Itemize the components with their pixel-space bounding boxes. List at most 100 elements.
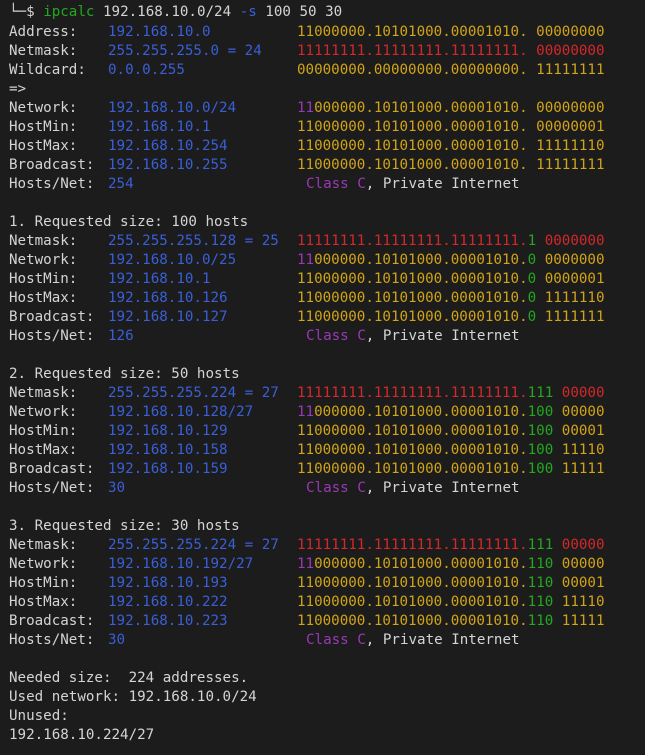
hosts-count: 126 [108, 328, 134, 344]
binary-network-part: 11000000.10101000.00001010. [297, 613, 528, 629]
subnet-broadcast-row: Broadcast: 192.168.10.159 11000000.1010100… [9, 460, 605, 479]
binary-subnet-part: 100 [527, 423, 554, 439]
row-binary: 11000000.10101000.00001010.0 1111111 [297, 308, 605, 327]
arrow-line: => [9, 80, 26, 99]
row-ip: 192.168.10.254 [108, 138, 228, 154]
hosts-count: 30 [108, 632, 126, 648]
subnet-hostmin-row: HostMin: 192.168.10.129 11000000.10101000.… [9, 422, 605, 441]
command-sizes: 100 50 30 [265, 4, 343, 20]
binary-subnet-part: 110 [527, 556, 554, 572]
row-binary: 11000000.10101000.00001010. 11111111 [297, 157, 605, 173]
binary-host-part: 11110 [553, 442, 605, 458]
row-label: Broadcast: [9, 157, 95, 173]
needed-size-text: Needed size: 224 addresses. [9, 670, 249, 686]
row-ip: 255.255.255.128 = 25 [108, 233, 279, 249]
row-label: HostMin: [9, 271, 78, 287]
class-bits: 11 [297, 404, 315, 420]
row-binary: 11000000.10101000.00001010.100 11110 [297, 441, 605, 460]
netmask-row: Netmask: 255.255.255.0 = 24 11111111.11111… [9, 42, 605, 61]
row-binary: 11000000.10101000.00001010.110 11111 [297, 612, 605, 631]
binary-network-part: 11000000.10101000.00001010. [297, 575, 528, 591]
row-label: HostMin: [9, 423, 78, 439]
subnet-header: 1. Requested size: 100 hosts [9, 213, 248, 232]
row-ip: 192.168.10.1 [108, 271, 211, 287]
address-row: Address: 192.168.10.0 11000000.10101000.00… [9, 23, 605, 42]
row-ip: 192.168.10.255 [108, 157, 228, 173]
binary-mask-part: 11111111.11111111.11111111. [297, 385, 528, 401]
row-ip: 192.168.10.158 [108, 442, 228, 458]
binary-network-part: 000000.10101000.00001010. [314, 404, 528, 420]
command-name: ipcalc [43, 4, 95, 20]
row-binary: 11000000.10101000.00001010.110 00000 [297, 555, 605, 574]
hosts-net-row: Hosts/Net: 254 Class C, Private Internet [9, 175, 520, 194]
row-ip: 192.168.10.192/27 [108, 556, 254, 572]
class-label: Class C [306, 480, 366, 496]
row-label: Network: [9, 556, 78, 572]
row-label: HostMax: [9, 594, 78, 610]
binary-host-part: 00001 [553, 423, 605, 439]
private-label: , Private Internet [365, 176, 520, 192]
binary-subnet-part: 110 [527, 575, 554, 591]
row-binary: 11111111.11111111.11111111. 00000000 [297, 42, 605, 61]
row-label: Hosts/Net: [9, 328, 95, 344]
binary-subnet-part: 100 [527, 461, 554, 477]
subnet-header-text: 1. Requested size: 100 hosts [9, 214, 249, 230]
binary-network-part: 11000000.10101000.00001010. [297, 442, 528, 458]
row-ip: 0.0.0.255 [108, 62, 185, 78]
hosts-count: 254 [108, 176, 134, 192]
row-binary: 11000000.10101000.00001010. 00000000 [297, 99, 605, 118]
row-label: Netmask: [9, 537, 78, 553]
binary-host-part: 0000000 [536, 252, 605, 268]
binary-host-part: 11111 [553, 613, 605, 629]
row-label: Hosts/Net: [9, 632, 95, 648]
row-binary: 11000000.10101000.00001010.110 11110 [297, 593, 605, 612]
row-binary: 11000000.10101000.00001010.100 00000 [297, 403, 605, 422]
needed-size-line: Needed size: 224 addresses. [9, 669, 248, 688]
row-label: Hosts/Net: [9, 480, 95, 496]
row-ip: 192.168.10.0 [108, 24, 211, 40]
subnet-hostmax-row: HostMax: 192.168.10.158 11000000.10101000.… [9, 441, 605, 460]
binary-network-part: 11000000.10101000.00001010. [297, 309, 528, 325]
prompt-symbol: $ [26, 4, 35, 20]
row-binary: 11000000.10101000.00001010.100 11111 [297, 460, 605, 479]
row-label: Netmask: [9, 385, 78, 401]
row-ip: 255.255.255.224 = 27 [108, 537, 279, 553]
row-binary: 11000000.10101000.00001010.0 0000001 [297, 270, 605, 289]
subnet-network-row: Network: 192.168.10.128/27 11000000.101010… [9, 403, 605, 422]
binary-mask-part: 11111111.11111111.11111111. [297, 537, 528, 553]
row-label: HostMin: [9, 119, 78, 135]
class-info: Class C, Private Internet [306, 327, 520, 346]
binary-host-part: 00000 [553, 385, 605, 401]
arrow-text: => [9, 81, 27, 97]
class-label: Class C [306, 632, 366, 648]
row-binary: 11000000.10101000.00001010. 11111110 [297, 138, 605, 154]
row-ip: 192.168.10.0/24 [108, 100, 237, 116]
row-ip: 192.168.10.1 [108, 119, 211, 135]
binary-host-part: 11110 [553, 594, 605, 610]
private-label: , Private Internet [365, 632, 520, 648]
subnet-hosts-net-row: Hosts/Net: 30 Class C, Private Internet [9, 631, 520, 650]
row-binary: 11111111.11111111.11111111.111 00000 [297, 384, 605, 403]
terminal-window[interactable]: └─$ ipcalc 192.168.10.0/24 -s 100 50 30 … [0, 0, 645, 755]
binary-subnet-part: 0 [527, 290, 537, 306]
command-flag: -s [239, 4, 257, 20]
private-label: , Private Internet [365, 328, 520, 344]
row-ip: 192.168.10.0/25 [108, 252, 237, 268]
binary-mask-part: 11111111.11111111.11111111. [297, 233, 528, 249]
binary-host-part: 00000 [553, 556, 605, 572]
row-ip: 192.168.10.126 [108, 290, 228, 306]
command-arg: 192.168.10.0/24 [102, 4, 232, 20]
binary-network-part: 11000000.10101000.00001010. [297, 423, 528, 439]
unused-network-line: 192.168.10.224/27 [9, 726, 154, 745]
subnet-netmask-row: Netmask: 255.255.255.224 = 27 11111111.111… [9, 384, 605, 403]
row-label: Netmask: [9, 233, 78, 249]
class-label: Class C [306, 176, 366, 192]
unused-label-line: Unused: [9, 707, 69, 726]
row-label: Network: [9, 252, 78, 268]
class-bits: 11 [297, 252, 315, 268]
row-binary: 11000000.10101000.00001010. 00000000 [297, 24, 605, 40]
row-label: Hosts/Net: [9, 176, 95, 192]
row-binary: 11000000.10101000.00001010.0 1111110 [297, 289, 605, 308]
binary-subnet-part: 100 [527, 442, 554, 458]
binary-network-part: 11000000.10101000.00001010. [297, 290, 528, 306]
